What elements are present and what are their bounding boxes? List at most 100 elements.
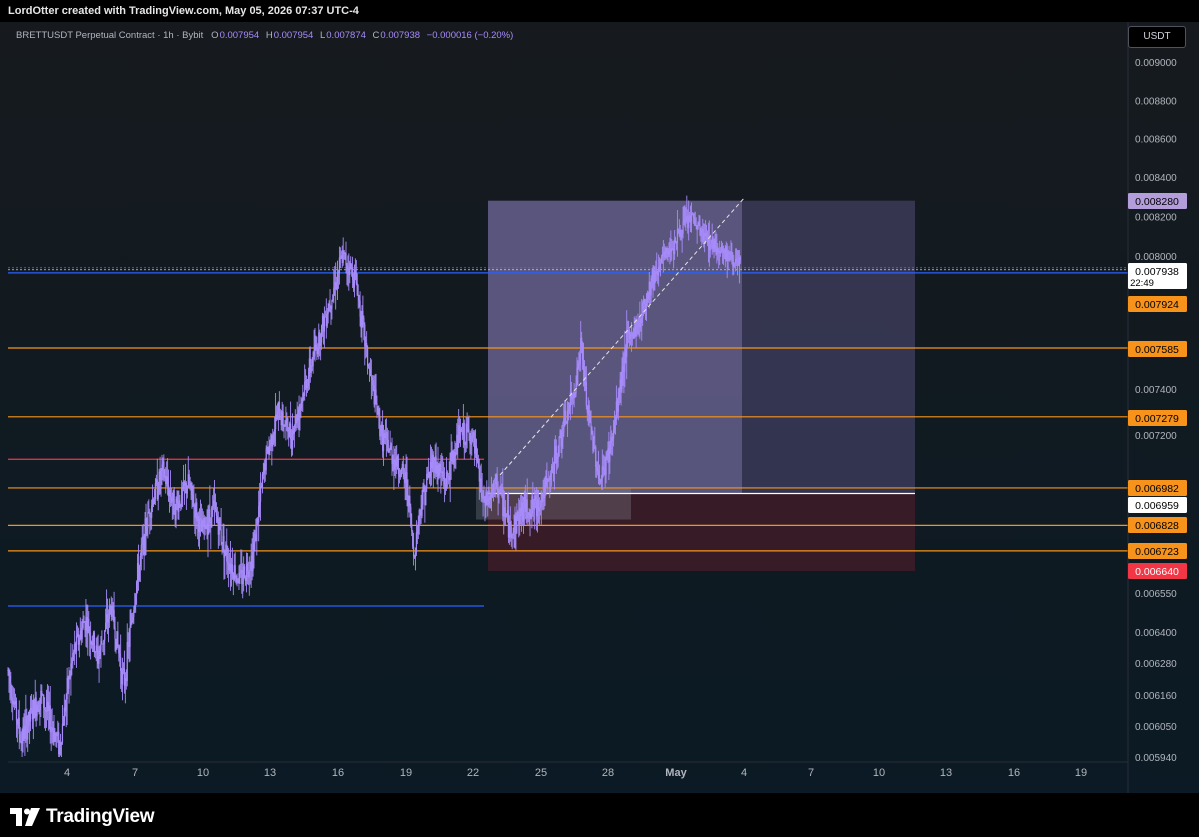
candle-body xyxy=(469,433,471,444)
candle-body xyxy=(677,229,679,231)
candle-body xyxy=(567,410,570,411)
candle-body xyxy=(138,565,141,580)
candle-body xyxy=(52,727,54,732)
y-tick-label: 0.006400 xyxy=(1135,628,1177,639)
candle-body xyxy=(588,405,590,415)
candle-body xyxy=(188,474,190,487)
y-tick-label: 0.008600 xyxy=(1135,135,1177,146)
candle-body xyxy=(425,488,427,506)
candle-body xyxy=(134,604,136,610)
candle-body xyxy=(118,646,120,654)
candle-body xyxy=(406,472,408,489)
candle-body xyxy=(522,507,525,522)
candle-body xyxy=(676,229,679,243)
x-tick-label: 13 xyxy=(940,767,952,779)
candle-body xyxy=(571,395,573,400)
candle-body xyxy=(133,609,135,617)
candle-body xyxy=(682,221,684,235)
candle-body xyxy=(290,423,292,439)
candle-body xyxy=(320,342,322,346)
candle-body xyxy=(582,360,585,370)
candle-body xyxy=(728,252,730,254)
candle-body xyxy=(423,486,425,491)
candle-body xyxy=(578,363,580,365)
candle-body xyxy=(705,232,708,236)
candle-body xyxy=(739,257,741,260)
candle-body xyxy=(246,563,249,572)
price-chart[interactable]: 0.009000 0.008800 0.008600 0.008400 0.008200… xyxy=(0,22,1199,793)
candle-body xyxy=(432,454,434,473)
candle-body xyxy=(487,504,489,505)
candle-body xyxy=(565,410,567,424)
candle-body xyxy=(89,632,91,636)
candle-body xyxy=(595,447,597,467)
price-label: 0.007585 xyxy=(1135,344,1179,356)
candle-body xyxy=(720,250,722,254)
candle-body xyxy=(120,657,122,671)
candle-body xyxy=(367,366,370,368)
candle-body xyxy=(659,262,662,270)
candle-body xyxy=(287,418,289,432)
candle-body xyxy=(581,337,583,346)
candle-body xyxy=(38,709,40,712)
candle-body xyxy=(418,510,420,522)
change-value: −0.000016 (−0.20%) xyxy=(426,30,514,41)
footer-bar xyxy=(0,793,1199,837)
candle-body xyxy=(600,478,602,483)
x-tick-label: 19 xyxy=(1075,767,1087,779)
candle-body xyxy=(721,246,724,252)
x-tick-label: 13 xyxy=(264,767,276,779)
candle-body xyxy=(61,723,64,743)
candle-body xyxy=(356,283,358,296)
candle-body xyxy=(597,470,600,479)
candle-body xyxy=(631,333,633,337)
candle-body xyxy=(561,439,563,447)
y-tick-label: 0.006050 xyxy=(1135,722,1177,733)
candle-body xyxy=(557,456,559,459)
candle-body xyxy=(400,468,402,476)
candle-body xyxy=(306,385,309,389)
candle-body xyxy=(112,605,114,611)
tradingview-brand[interactable]: TradingView xyxy=(10,806,155,828)
candle-body xyxy=(714,240,716,249)
candle-body xyxy=(44,708,46,710)
candle-body xyxy=(492,484,495,491)
author-credit: LordOtter created with TradingView.com, … xyxy=(8,5,359,17)
candle-body xyxy=(278,401,280,420)
candle-body xyxy=(117,631,119,647)
candle-body xyxy=(329,303,331,307)
candle-body xyxy=(317,347,319,355)
x-tick-label: May xyxy=(665,767,687,779)
candle-body xyxy=(173,490,175,515)
candle-body xyxy=(299,407,301,410)
candle-body xyxy=(476,458,479,461)
candle-body xyxy=(551,466,554,473)
currency-selector[interactable]: USDT xyxy=(1128,26,1186,48)
candle-body xyxy=(417,521,419,534)
candle-body xyxy=(140,544,142,557)
candle-body xyxy=(544,484,546,499)
y-tick-label: 0.008000 xyxy=(1135,252,1177,263)
candle-body xyxy=(553,455,556,475)
candle-body xyxy=(421,504,423,516)
candle-body xyxy=(135,594,137,605)
candle-body xyxy=(596,466,598,471)
candle-body xyxy=(259,501,261,507)
candle-body xyxy=(15,700,18,721)
candle-body xyxy=(191,482,193,495)
candle-body xyxy=(130,621,132,627)
candle-body xyxy=(19,734,21,742)
candle-body xyxy=(486,492,488,505)
candle-body xyxy=(635,321,637,337)
candle-body xyxy=(226,544,228,562)
candle-body xyxy=(268,445,270,455)
candle-body xyxy=(433,470,435,473)
x-tick-label: 4 xyxy=(741,767,747,779)
candle-body xyxy=(323,316,326,332)
candle-body xyxy=(372,380,374,386)
candle-body xyxy=(284,425,286,427)
candle-body xyxy=(366,343,368,348)
high-value: 0.007954 xyxy=(273,30,314,41)
candle-body xyxy=(733,263,735,267)
candle-body xyxy=(30,707,33,710)
